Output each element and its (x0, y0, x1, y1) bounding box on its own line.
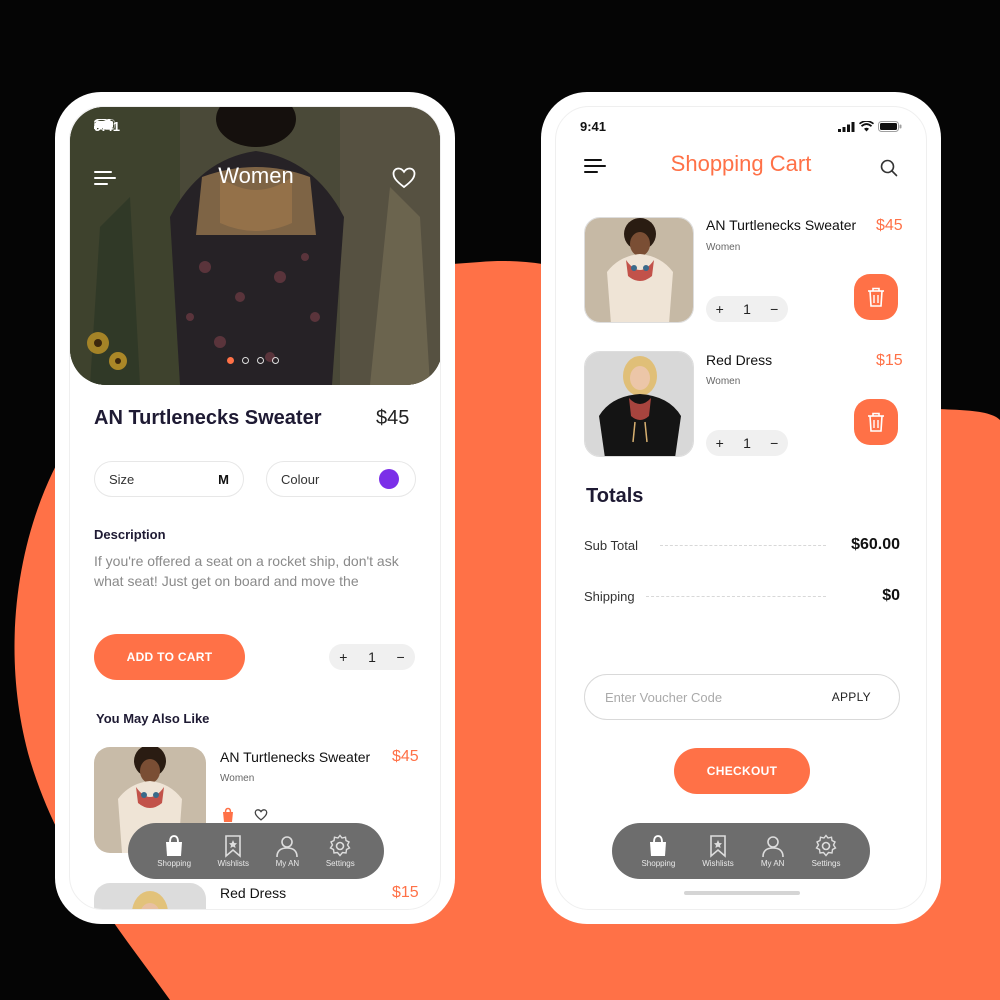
nav-settings[interactable]: Settings (326, 834, 355, 868)
colour-label: Colour (281, 471, 320, 487)
quantity-value: 1 (743, 435, 751, 451)
status-bar: 9:41 (580, 119, 902, 134)
suggestion-name-2[interactable]: Red Dress (220, 885, 286, 901)
carousel-dot[interactable] (257, 357, 264, 364)
product-detail-screen: 9:41 Women (69, 106, 441, 910)
user-icon (276, 836, 299, 858)
heart-icon[interactable] (392, 167, 416, 189)
carousel-dot-active[interactable] (227, 357, 234, 364)
minus-button[interactable]: − (770, 435, 778, 451)
product-name: AN Turtlenecks Sweater (94, 407, 322, 429)
bookmark-icon (225, 835, 242, 858)
nav-wishlists[interactable]: Wishlists (217, 834, 249, 868)
battery-icon (878, 121, 902, 132)
colour-swatch (379, 469, 399, 489)
bottom-nav: Shopping Wishlists My AN Settings (128, 823, 384, 879)
shopping-cart-phone: 9:41 Shopping Cart AN Turtlenecks Sweate… (541, 92, 941, 924)
shopping-bag-icon (166, 835, 183, 856)
minus-button[interactable]: − (770, 301, 778, 317)
suggestion-image-2[interactable] (94, 883, 206, 909)
apply-button[interactable]: APPLY (832, 690, 871, 704)
cart-item-price-2: $15 (876, 352, 903, 369)
cart-item-image-1[interactable] (584, 217, 694, 323)
quantity-stepper: + 1 − (329, 644, 415, 670)
quantity-value: 1 (743, 301, 751, 317)
wifi-icon (859, 121, 874, 132)
status-time: 9:41 (580, 119, 607, 134)
voucher-field: APPLY (584, 674, 900, 720)
carousel-dot[interactable] (272, 357, 279, 364)
category-title: Women (218, 163, 294, 188)
sub-total-label: Sub Total (584, 538, 638, 553)
plus-button[interactable]: + (716, 435, 724, 451)
gear-icon (329, 834, 351, 857)
plus-button[interactable]: + (716, 301, 724, 317)
divider (660, 545, 826, 546)
size-label: Size (109, 471, 135, 487)
shipping-value: $0 (882, 587, 900, 604)
nav-shopping[interactable]: Shopping (641, 834, 675, 868)
size-value: M (218, 471, 229, 487)
shopping-bag-icon (650, 835, 667, 856)
cart-item-stepper-1: + 1 − (706, 296, 788, 322)
delete-item-button-2[interactable] (854, 399, 898, 445)
cart-item-stepper-2: + 1 − (706, 430, 788, 456)
voucher-input[interactable] (605, 689, 795, 705)
user-icon (761, 836, 784, 858)
bookmark-icon (710, 835, 726, 858)
status-bar: 9:41 (94, 119, 418, 134)
description-text: If you're offered a seat on a rocket shi… (94, 553, 399, 589)
nav-shopping[interactable]: Shopping (157, 834, 191, 868)
cart-item-name-1[interactable]: AN Turtlenecks Sweater (706, 217, 856, 233)
product-detail-phone: 9:41 Women (55, 92, 455, 924)
description-heading: Description (94, 527, 166, 542)
shipping-label: Shipping (584, 589, 635, 604)
divider (646, 596, 826, 597)
sub-total-value: $60.00 (851, 536, 900, 553)
signal-icon (838, 121, 855, 132)
size-selector[interactable]: Size M (94, 461, 244, 497)
trash-icon (868, 287, 884, 307)
hero-image: 9:41 Women (70, 107, 440, 385)
page-title: Shopping Cart (670, 151, 812, 176)
suggestion-price-2: $15 (392, 884, 419, 901)
nav-my-an[interactable]: My AN (761, 834, 785, 868)
minus-button[interactable]: − (397, 649, 405, 665)
totals-heading: Totals (586, 485, 644, 507)
cart-item-sub-1: Women (706, 242, 741, 253)
plus-button[interactable]: + (339, 649, 347, 665)
cart-item-price-1: $45 (876, 217, 903, 234)
heart-icon[interactable] (254, 809, 268, 821)
trash-icon (868, 412, 884, 432)
bottom-nav: Shopping Wishlists My AN Settings (612, 823, 870, 879)
add-to-cart-button[interactable]: ADD TO CART (94, 634, 245, 680)
nav-my-an[interactable]: My AN (275, 834, 299, 868)
checkout-button[interactable]: CHECKOUT (674, 748, 810, 794)
gear-icon (815, 834, 837, 857)
delete-item-button-1[interactable] (854, 274, 898, 320)
cart-item-image-2[interactable] (584, 351, 694, 457)
home-indicator[interactable] (684, 891, 800, 895)
nav-settings[interactable]: Settings (812, 834, 841, 868)
cart-item-name-2[interactable]: Red Dress (706, 352, 772, 368)
also-like-heading: You May Also Like (96, 711, 210, 726)
colour-selector[interactable]: Colour (266, 461, 416, 497)
battery-icon (94, 119, 118, 130)
search-icon[interactable] (880, 159, 898, 177)
carousel-dot[interactable] (242, 357, 249, 364)
quantity-value: 1 (368, 649, 376, 665)
suggestion-name-1[interactable]: AN Turtlenecks Sweater (220, 749, 370, 765)
product-price: $45 (376, 407, 410, 429)
suggestion-price-1: $45 (392, 748, 419, 765)
shopping-bag-icon[interactable] (220, 807, 236, 823)
suggestion-sub-1: Women (220, 773, 255, 784)
shopping-cart-screen: 9:41 Shopping Cart AN Turtlenecks Sweate… (555, 106, 927, 910)
stage: 9:41 Women (0, 0, 1000, 1000)
nav-wishlists[interactable]: Wishlists (702, 834, 734, 868)
carousel-dots[interactable] (227, 357, 279, 364)
cart-item-sub-2: Women (706, 376, 741, 387)
